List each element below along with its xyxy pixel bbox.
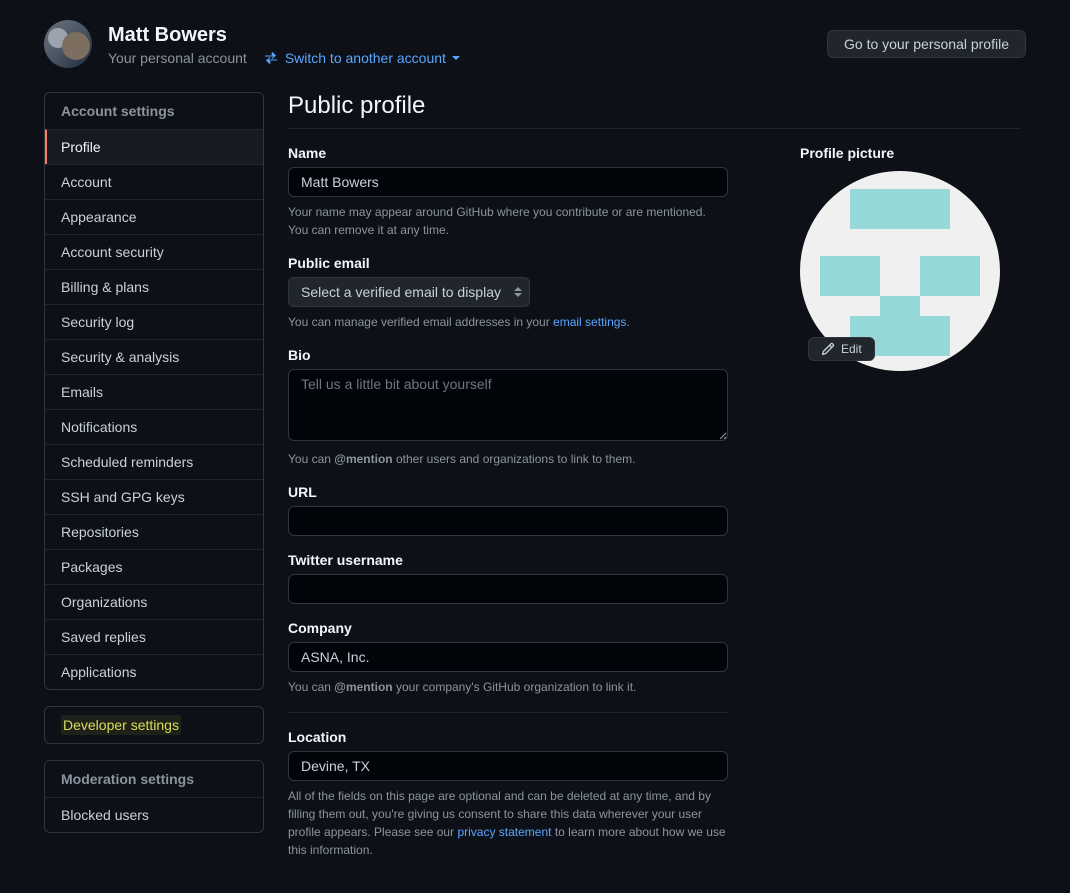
company-help: You can @mention your company's GitHub o… [288,678,728,696]
bio-label: Bio [288,347,728,363]
moderation-menu: Moderation settings Blocked users [44,760,264,833]
name-help: Your name may appear around GitHub where… [288,203,728,239]
sidebar-item-blocked-users[interactable]: Blocked users [45,797,263,832]
switch-icon [263,50,279,66]
location-input[interactable] [288,751,728,781]
username: Matt Bowers [108,23,460,48]
sidebar-item-account[interactable]: Account [45,164,263,199]
sidebar-item-notifications[interactable]: Notifications [45,409,263,444]
switch-account-link[interactable]: Switch to another account [263,50,460,66]
bio-textarea[interactable] [288,369,728,441]
pencil-icon [821,342,835,356]
caret-down-icon [452,56,460,60]
go-profile-button[interactable]: Go to your personal profile [827,30,1026,58]
sidebar-item-applications[interactable]: Applications [45,654,263,689]
sidebar-item-reminders[interactable]: Scheduled reminders [45,444,263,479]
switch-account-label: Switch to another account [285,50,446,66]
email-settings-link[interactable]: email settings [553,315,626,329]
email-label: Public email [288,255,728,271]
edit-picture-button[interactable]: Edit [808,337,875,361]
email-select[interactable]: Select a verified email to display [288,277,530,307]
company-label: Company [288,620,728,636]
sidebar-item-organizations[interactable]: Organizations [45,584,263,619]
name-input[interactable] [288,167,728,197]
page-title: Public profile [288,92,1020,129]
name-label: Name [288,145,728,161]
sidebar-item-security-log[interactable]: Security log [45,304,263,339]
account-subtitle: Your personal account [108,50,247,66]
developer-settings-link[interactable]: Developer settings [44,706,264,744]
avatar[interactable] [44,20,92,68]
sidebar-item-repositories[interactable]: Repositories [45,514,263,549]
twitter-label: Twitter username [288,552,728,568]
url-label: URL [288,484,728,500]
profile-picture-label: Profile picture [800,145,1000,161]
divider [288,712,728,713]
company-input[interactable] [288,642,728,672]
page-header: Matt Bowers Your personal account Switch… [44,20,1026,68]
menu-header-account: Account settings [45,93,263,129]
privacy-link[interactable]: privacy statement [457,825,551,839]
location-label: Location [288,729,728,745]
sidebar: Account settings Profile Account Appeara… [44,92,264,849]
email-help: You can manage verified email addresses … [288,313,728,331]
sidebar-item-appearance[interactable]: Appearance [45,199,263,234]
developer-settings-label: Developer settings [61,715,181,735]
url-input[interactable] [288,506,728,536]
sidebar-item-packages[interactable]: Packages [45,549,263,584]
sidebar-item-billing[interactable]: Billing & plans [45,269,263,304]
footer-help: All of the fields on this page are optio… [288,787,728,859]
bio-help: You can @mention other users and organiz… [288,450,728,468]
twitter-input[interactable] [288,574,728,604]
menu-header-moderation: Moderation settings [45,761,263,797]
sidebar-item-security-analysis[interactable]: Security & analysis [45,339,263,374]
sidebar-item-saved-replies[interactable]: Saved replies [45,619,263,654]
sidebar-item-ssh-gpg[interactable]: SSH and GPG keys [45,479,263,514]
sidebar-item-profile[interactable]: Profile [45,129,263,164]
edit-label: Edit [841,342,862,356]
sidebar-item-emails[interactable]: Emails [45,374,263,409]
sidebar-item-account-security[interactable]: Account security [45,234,263,269]
account-settings-menu: Account settings Profile Account Appeara… [44,92,264,690]
